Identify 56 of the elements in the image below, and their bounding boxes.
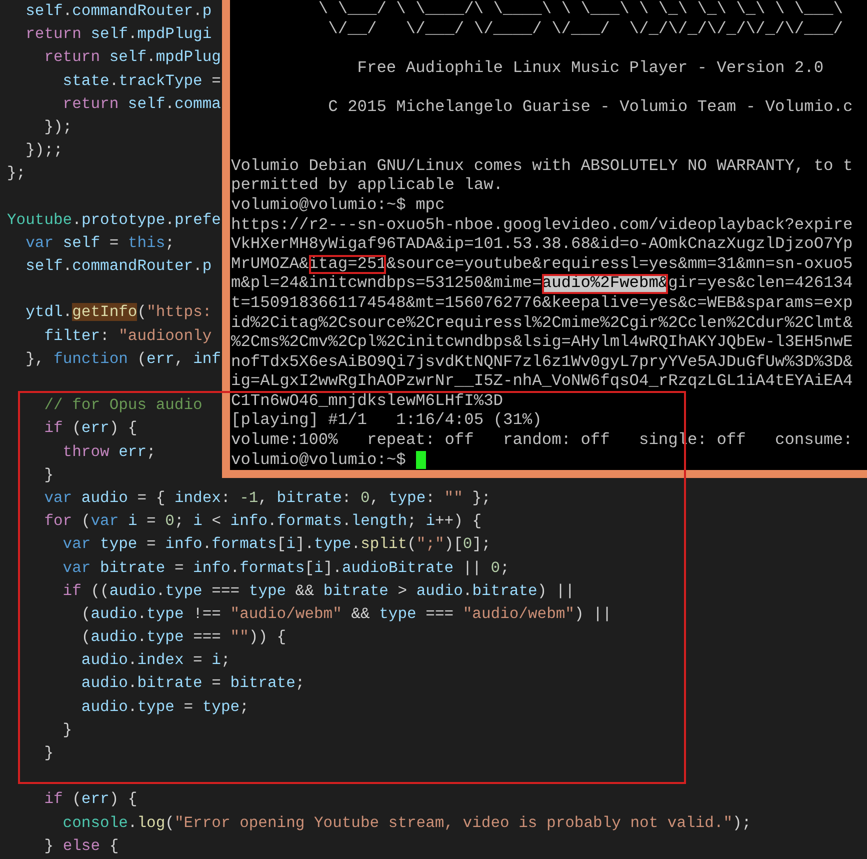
terminal-line: \ \___/ \ \____/\ \____\ \ \___\ \ \_\ \_\ \_\ \ \___\ [317,0,843,20]
code-line: // for Opus audio [43,395,202,416]
code-line: filter: "audioonly [43,326,212,347]
code-line: } else { [43,836,119,857]
terminal-line: Free Audiophile Linux Music Player - Version 2.0 [356,58,824,78]
code-line: self.commandRouter.p [24,1,212,22]
terminal-line: ig=ALgxI2wwRgIhAOPzwrNr__I5Z-nhA_VoNW6fqsO4_rRzqzLGL1iA4tEYAiEA4 [231,372,853,392]
code-line: }); [43,116,72,138]
code-line: }; [7,163,26,184]
code-line: if ((audio.type === type && bitrate > audio.bitrate) || [62,580,575,602]
code-line: (audio.type === "")) { [80,627,286,648]
terminal-line: permitted by applicable law. [231,176,503,196]
code-line: } [62,720,72,741]
code-line: var type = info.formats[i].type.split(";")[0]; [62,534,491,556]
code-line: self.commandRouter.p [24,256,212,278]
highlighted-text: itag=251 [308,254,386,274]
highlighted-text: audio%2Fwebm& [542,274,668,294]
code-line: return self.mpdPlug [43,47,221,68]
code-line: throw err; [62,442,156,463]
code-line: if (err) { [43,789,138,810]
terminal-line: nofTdx5X6esAiBO9Qi7jsvdKtNQNF7zl6z1Wv0gyL7pryYVe5AJDuGfUw%3D%3D& [231,352,853,372]
terminal-line: VkHXerMH8yWigaf96TADA&ip=101.53.38.68&id=o-AOmkCnazXugzlDjzoO7Yp [231,235,853,255]
terminal-line: C 2015 Michelangelo Guarise - Volumio Team - Volumio.c [327,98,853,118]
code-line: (audio.type !== "audio/webm" && type === "audio/webm") || [80,604,612,625]
terminal-text: &source=youtube&requiressl=yes&mm=31&mn=sn-oxuo5 [386,254,853,274]
terminal-line: \/__/ \/___/ \/____/ \/___/ \/_/\/_/\/_/\/_/\/___/ [327,20,843,40]
terminal-line: volumio@volumio:~$ mpc [231,196,445,216]
code-line: console.log("Error opening Youtube stream, video is probably not valid."); [62,812,752,834]
code-line: var bitrate = info.formats[i].audioBitrate || 0; [62,558,510,578]
code-line: return self.comma [62,94,221,115]
code-line: state.trackType = [62,70,221,92]
terminal-line: Volumio Debian GNU/Linux comes with ABSOLUTELY NO WARRANTY, to t [231,156,853,176]
code-line: var audio = { index: -1, bitrate: 0, type: "" }; [43,488,491,509]
code-line: audio.bitrate = bitrate; [80,673,305,694]
code-line: }, function (err, inf [24,348,221,370]
code-line: var self = this; [24,232,174,254]
code-line: } [43,743,54,764]
terminal-text: MrUMOZA& [231,254,309,274]
code-line: for (var i = 0; i < info.formats.length; i++) { [43,511,482,532]
code-line: return self.mpdPlugi [24,24,212,46]
code-line: ytdl.getInfo("https: [24,302,212,324]
terminal-prompt: volumio@volumio:~$ [231,450,406,470]
code-line: } [43,464,54,486]
terminal-line: C1Tn6wO46_mnjdkslewM6LHfI%3D [231,392,503,412]
code-line: audio.index = i; [80,650,230,672]
terminal-line: t=1509183661174548&mt=1560762776&keepalive=yes&c=WEB&sparams=exp [231,294,853,314]
code-line: });; [24,140,63,162]
terminal-line: id%2Citag%2Csource%2Crequiressl%2Cmime%2Cgir%2Cclen%2Cdur%2Clmt& [231,314,853,334]
code-line: Youtube.prototype.prefe [7,210,221,231]
terminal-line: [playing] #1/1 1:16/4:05 (31%) [231,411,542,432]
code-line: audio.type = type; [80,696,249,718]
terminal-line: https://r2---sn-oxuo5h-nboe.googlevideo.com/videoplayback?expire [231,216,853,236]
terminal-text: m&pl=24&initcwndbps=531250&mime= [231,274,542,294]
code-line: if (err) { [43,418,138,440]
terminal-text: gir=yes&clen=426134 [668,274,853,294]
terminal-line: %2Cms%2Cmv%2Cpl%2Cinitcwndbps&lsig=AHylml4wRQIhAKYJQbEw-l3EH5nwE [231,333,853,353]
